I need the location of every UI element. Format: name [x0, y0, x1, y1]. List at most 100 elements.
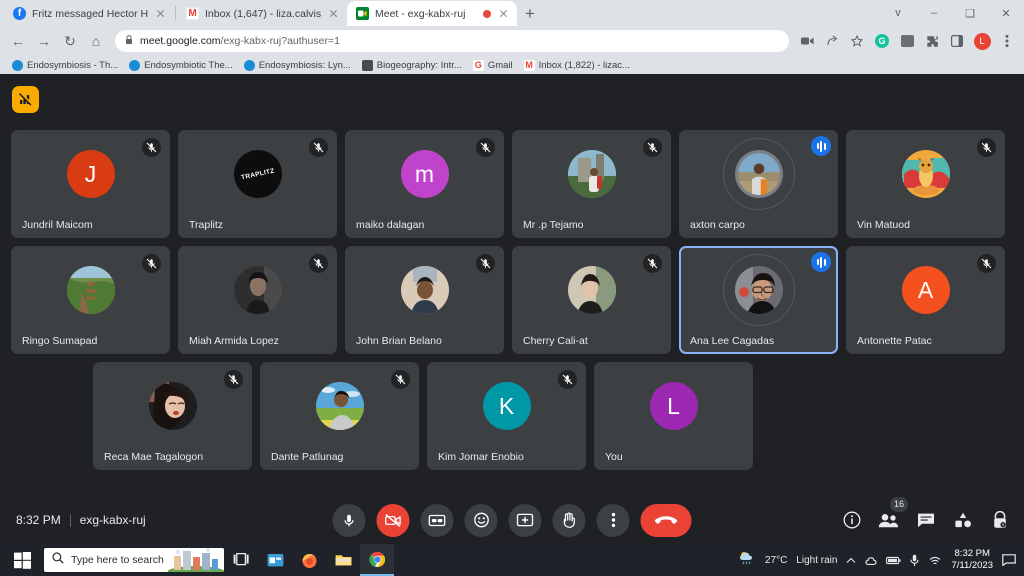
mic-off-icon — [391, 370, 410, 389]
participant-name: Cherry Cali-at — [523, 335, 588, 347]
participant-tile[interactable]: m maiko dalagan — [345, 130, 504, 238]
taskbar-clock[interactable]: 8:32 PM 7/11/2023 — [951, 548, 993, 572]
participant-tile[interactable]: K Kim Jomar Enobio — [427, 362, 586, 470]
captions-button[interactable] — [420, 503, 454, 537]
minimize-button[interactable]: – — [916, 0, 952, 26]
forward-icon[interactable]: → — [32, 29, 56, 53]
participant-tile[interactable]: Cherry Cali-at — [512, 246, 671, 354]
participant-tile[interactable]: Reca Mae Tagalogon — [93, 362, 252, 470]
participant-tile[interactable]: Dante Patlunag — [260, 362, 419, 470]
close-icon[interactable] — [327, 7, 340, 20]
avatar — [722, 254, 795, 326]
avatar — [400, 266, 449, 314]
maximize-button[interactable]: ❑ — [952, 0, 988, 26]
bookmark-item[interactable]: G Gmail — [469, 57, 517, 73]
bookmark-item[interactable]: M Inbox (1,822) - lizac... — [520, 57, 634, 73]
bookmark-item[interactable]: Biogeography: Intr... — [358, 57, 466, 73]
avatar-initial: A — [901, 266, 950, 314]
task-view-icon[interactable] — [224, 544, 258, 576]
participant-tile[interactable]: John Brian Belano — [345, 246, 504, 354]
avatar-letter: L — [667, 392, 680, 419]
new-tab-button[interactable]: + — [517, 1, 543, 26]
participant-tile[interactable]: Mr .p Tejamo — [512, 130, 671, 238]
close-icon[interactable] — [154, 7, 167, 20]
close-icon[interactable] — [497, 7, 510, 20]
host-controls-button[interactable] — [989, 510, 1010, 531]
participant-tile[interactable]: axton carpo — [679, 130, 838, 238]
participant-tile[interactable]: A Antonette Patac — [846, 246, 1005, 354]
onedrive-icon[interactable] — [865, 555, 877, 566]
speaking-indicator-icon — [811, 252, 831, 272]
meeting-details-button[interactable] — [841, 510, 862, 531]
mic-off-icon — [142, 254, 161, 273]
address-bar[interactable]: meet.google.com/exg-kabx-ruj?authuser=1 — [115, 30, 789, 52]
home-icon[interactable]: ⌂ — [84, 29, 108, 53]
meeting-info-left: 8:32 PM exg-kabx-ruj — [16, 513, 146, 527]
wifi-icon[interactable] — [928, 555, 942, 566]
participant-tile[interactable]: TRAPLITZ Traplitz — [178, 130, 337, 238]
globe-icon — [12, 59, 23, 71]
participant-name: You — [605, 451, 623, 463]
globe-icon — [129, 59, 141, 71]
gmail-icon: M — [186, 7, 199, 20]
windows-start-icon[interactable] — [0, 544, 44, 576]
file-explorer-icon[interactable] — [326, 544, 360, 576]
google-chrome-icon[interactable] — [360, 544, 394, 576]
avatar-logo-text: TRAPLITZ — [240, 167, 275, 181]
avatar[interactable]: L — [971, 30, 993, 52]
participant-tile-self[interactable]: L You — [594, 362, 753, 470]
bookmark-star-icon[interactable] — [846, 30, 868, 52]
back-icon[interactable]: ← — [6, 29, 30, 53]
participant-tile[interactable]: Vin Matuod — [846, 130, 1005, 238]
participant-tile[interactable]: Miah Armida Lopez — [178, 246, 337, 354]
extension-icon-2[interactable] — [896, 30, 918, 52]
bookmark-item[interactable]: Endosymbiosis - Th... — [8, 57, 122, 73]
avatar — [233, 266, 282, 314]
bookmark-item[interactable]: Endosymbiosis: Lyn... — [240, 57, 355, 73]
avatar-photo — [901, 150, 950, 198]
avatar — [148, 382, 197, 430]
microphone-button[interactable] — [332, 503, 366, 537]
present-button[interactable] — [508, 503, 542, 537]
avatar-photo — [567, 266, 616, 314]
notification-center-icon[interactable] — [1002, 554, 1016, 566]
meeting-code: exg-kabx-ruj — [79, 513, 146, 527]
leave-call-button[interactable] — [640, 503, 692, 537]
participant-tile-focused[interactable]: Ana Lee Cagadas — [679, 246, 838, 354]
more-options-button[interactable] — [596, 503, 630, 537]
browser-tab-3[interactable]: Meet - exg-kabx-ruj — [347, 1, 517, 26]
battery-icon[interactable] — [886, 556, 902, 565]
browser-tab-1[interactable]: f Fritz messaged Hector HMR- ins — [4, 1, 174, 26]
microphone-tray-icon[interactable] — [910, 554, 919, 567]
camera-button[interactable] — [376, 503, 410, 537]
reload-icon[interactable]: ↻ — [58, 29, 82, 53]
bookmark-label: Endosymbiosis: Lyn... — [258, 59, 351, 71]
raise-hand-button[interactable] — [552, 503, 586, 537]
extensions-puzzle-icon[interactable] — [921, 30, 943, 52]
bookmark-item[interactable]: Endosymbiotic The... — [125, 57, 237, 73]
participant-tile[interactable]: J Jundril Maicom — [11, 130, 170, 238]
bookmark-label: Biogeography: Intr... — [376, 59, 462, 71]
sidepanel-icon[interactable] — [946, 30, 968, 52]
share-icon[interactable] — [821, 30, 843, 52]
microsoft-store-icon[interactable] — [258, 544, 292, 576]
browser-tab-2[interactable]: M Inbox (1,647) - liza.calvis@ustp.e — [177, 1, 347, 26]
poor-connection-icon[interactable] — [12, 86, 39, 113]
activities-button[interactable] — [952, 510, 973, 531]
firefox-icon[interactable] — [292, 544, 326, 576]
chevron-up-icon[interactable] — [846, 557, 856, 564]
participants-button[interactable]: 16 — [878, 496, 908, 531]
participant-name: Traplitz — [189, 219, 224, 231]
reactions-button[interactable] — [464, 503, 498, 537]
gmail-icon: M — [523, 59, 535, 71]
participant-tile[interactable]: Be free like Ringo Sumapad — [11, 246, 170, 354]
three-dot-menu-icon[interactable] — [996, 30, 1018, 52]
cast-icon[interactable] — [796, 30, 818, 52]
grammarly-extension-icon[interactable]: G — [871, 30, 893, 52]
avatar-photo — [400, 266, 449, 314]
mic-off-icon — [309, 138, 328, 157]
chat-button[interactable] — [915, 510, 936, 531]
close-window-button[interactable]: ✕ — [988, 0, 1024, 26]
search-input[interactable]: Type here to search — [44, 548, 224, 572]
tab-search-icon[interactable]: v — [880, 0, 916, 26]
